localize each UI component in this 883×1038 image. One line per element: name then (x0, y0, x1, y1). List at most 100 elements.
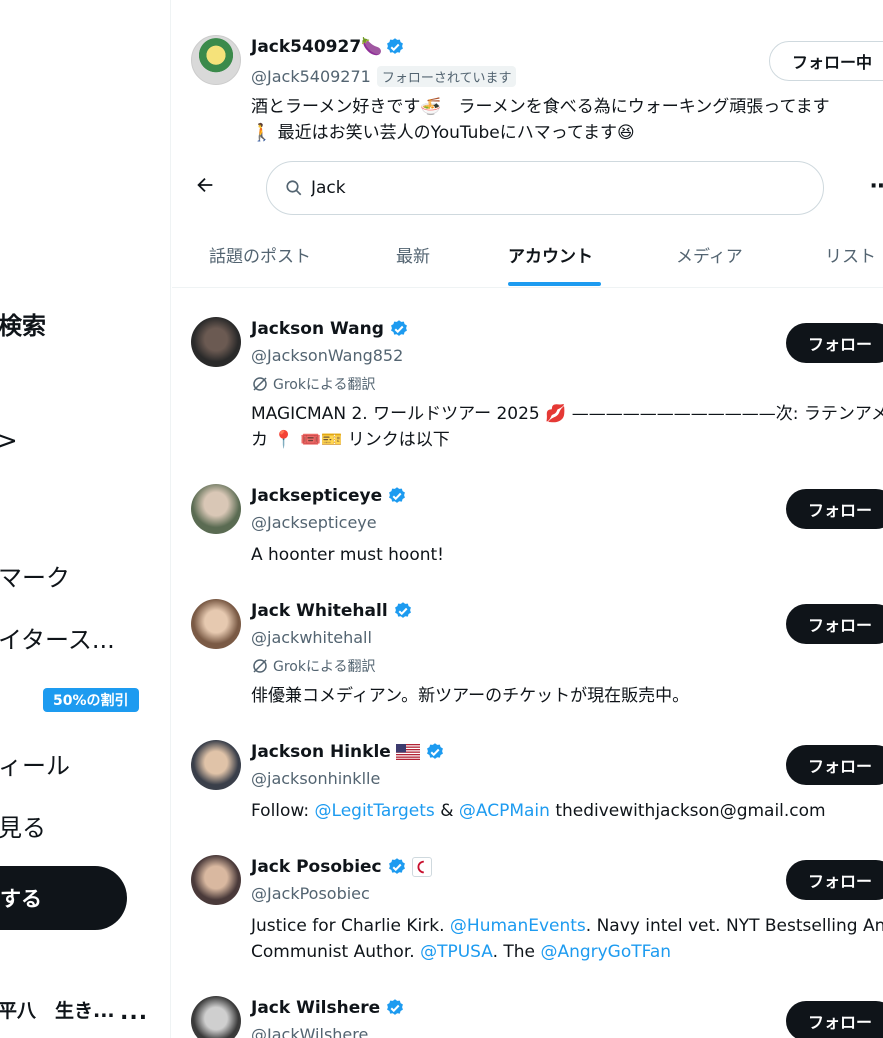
follow-button[interactable]: フォロー (786, 489, 883, 529)
us-flag-icon (395, 744, 420, 760)
user-name[interactable]: Jackson Wang (251, 319, 409, 339)
grok-translation-text: Grokによる翻訳 (273, 377, 376, 393)
post-button[interactable]: する (0, 866, 127, 930)
premium-discount-badge[interactable]: 50%の割引 (43, 688, 139, 712)
bio-mention-link[interactable]: @AngryGoTFan (540, 942, 671, 962)
bio-mention-link[interactable]: @HumanEvents (450, 916, 586, 936)
tab-media[interactable]: メディア (676, 242, 743, 267)
user-handle[interactable]: @JackWilshere (251, 1025, 368, 1038)
bio-mention-link[interactable]: @LegitTargets (315, 801, 435, 821)
user-bio: 俳優兼コメディアン。新ツアーのチケットが現在販売中。 (251, 686, 690, 706)
search-icon (286, 180, 302, 196)
avatar[interactable] (191, 317, 241, 367)
user-bio-line: MAGICMAN 2. ワールドツアー 2025 💋 ————————————次… (251, 404, 883, 424)
nav-bookmarks[interactable]: マーク (0, 558, 70, 593)
hover-card-name-text: Jack540927🍆 (251, 37, 383, 57)
hover-card-name[interactable]: Jack540927🍆 (251, 37, 405, 57)
follow-button[interactable]: フォロー (786, 604, 883, 644)
follows-you-badge: フォローされています (376, 66, 517, 87)
back-arrow-icon[interactable] (194, 174, 216, 200)
hover-card-handle[interactable]: @Jack5409271 (251, 67, 371, 86)
bio-text: Communist Author. (251, 942, 421, 962)
hover-card-bio-line: 酒とラーメン好きです🍜 ラーメンを食べる為にウォーキング頑張ってます (251, 97, 830, 117)
nav-notifications-icon[interactable]: > (0, 426, 18, 456)
user-bio: Justice for Charlie Kirk. @HumanEvents. … (251, 913, 883, 965)
verified-badge-icon (389, 487, 406, 503)
user-name[interactable]: Jackson Hinkle (251, 742, 445, 762)
follow-button[interactable]: フォロー (786, 860, 883, 900)
user-bio-line: Communist Author. @TPUSA. The @AngryGoTF… (251, 939, 883, 965)
verified-badge-icon (390, 320, 407, 336)
tab-people[interactable]: アカウント (508, 242, 593, 267)
verified-badge-icon (394, 602, 411, 618)
follow-button[interactable]: フォロー (786, 323, 883, 363)
user-bio: A hoonter must hoont! (251, 545, 444, 565)
left-sidebar: 検索 > マーク イタース... 50%の割引 ィール 見る する 平八 生き.… (0, 0, 171, 1038)
verified-badge-icon (387, 999, 404, 1015)
following-button[interactable]: フォロー中 (769, 41, 883, 81)
user-hover-card: Jack540927🍆 @Jack5409271 フォローされています 酒とラー… (172, 0, 883, 150)
tab-latest[interactable]: 最新 (396, 242, 430, 267)
avatar[interactable] (191, 35, 241, 85)
hover-card-bio-line: 🚶 最近はお笑い芸人のYouTubeにハマってます😆 (251, 123, 635, 143)
bio-mention-link[interactable]: @ACPMain (459, 801, 550, 821)
user-handle[interactable]: @jacksonhinklle (251, 769, 380, 788)
user-bio: Follow: @LegitTargets & @ACPMain thedive… (251, 798, 826, 824)
nav-profile[interactable]: ィール (0, 746, 70, 781)
search-input[interactable] (311, 178, 791, 198)
avatar[interactable] (191, 599, 241, 649)
tab-top[interactable]: 話題のポスト (209, 242, 311, 267)
grok-translation-text: Grokによる翻訳 (273, 659, 376, 675)
bio-text: . Navy intel vet. NYT Bestselling Anti- (585, 916, 883, 936)
user-name-text: Jackson Wang (251, 319, 384, 339)
bio-text: & (434, 801, 459, 821)
search-header: ⋯ (172, 160, 883, 216)
user-name[interactable]: Jacksepticeye (251, 486, 407, 506)
affiliation-badge-icon[interactable] (411, 857, 432, 877)
user-handle[interactable]: @jackwhitehall (251, 628, 372, 647)
grok-translation-label[interactable]: Grokによる翻訳 (251, 656, 376, 676)
verified-badge-icon (388, 858, 405, 874)
user-name[interactable]: Jack Whitehall (251, 601, 413, 621)
tab-lists[interactable]: リスト (825, 242, 876, 267)
avatar[interactable] (191, 996, 241, 1038)
user-name-text: Jack Wilshere (251, 998, 381, 1018)
search-tabs: 話題のポスト 最新 アカウント メディア リスト (172, 226, 883, 288)
hover-card-handle-row: @Jack5409271 フォローされています (251, 66, 517, 87)
avatar[interactable] (191, 855, 241, 905)
user-bio-line: Justice for Charlie Kirk. @HumanEvents. … (251, 913, 883, 939)
user-name-text: Jack Whitehall (251, 601, 388, 621)
avatar[interactable] (191, 484, 241, 534)
user-handle[interactable]: @Jacksepticeye (251, 513, 377, 532)
bio-mention-link[interactable]: @TPUSA (420, 942, 493, 962)
user-name[interactable]: Jack Posobiec (251, 857, 432, 877)
user-bio: MAGICMAN 2. ワールドツアー 2025 💋 ————————————次… (251, 401, 883, 453)
active-tab-indicator (508, 282, 601, 286)
more-options-icon[interactable]: ⋯ (870, 174, 883, 199)
follow-button[interactable]: フォロー (786, 745, 883, 785)
user-handle[interactable]: @JacksonWang852 (251, 346, 403, 365)
bio-text: thedivewithjackson@gmail.com (549, 801, 826, 821)
back-arrow-svg (197, 177, 213, 193)
grok-icon (253, 659, 267, 673)
account-switcher-name[interactable]: 平八 生き... (0, 996, 115, 1023)
bio-text: Follow: (251, 801, 315, 821)
search-box[interactable] (266, 161, 824, 215)
user-name-text: Jack Posobiec (251, 857, 382, 877)
nav-explore[interactable]: 検索 (0, 306, 46, 341)
bio-text: Justice for Charlie Kirk. (251, 916, 450, 936)
user-name[interactable]: Jack Wilshere (251, 998, 405, 1018)
verified-badge-icon (387, 38, 404, 54)
main-column: Jack540927🍆 @Jack5409271 フォローされています 酒とラー… (172, 0, 883, 1038)
nav-more[interactable]: 見る (0, 808, 46, 843)
user-bio-line: カ 📍 🎟️🎫 リンクは以下 (251, 430, 450, 450)
avatar[interactable] (191, 740, 241, 790)
account-more-icon[interactable]: ... (120, 1000, 148, 1025)
nav-creator-studio[interactable]: イタース... (0, 620, 115, 655)
user-name-text: Jacksepticeye (251, 486, 383, 506)
grok-translation-label[interactable]: Grokによる翻訳 (251, 374, 376, 394)
user-handle[interactable]: @JackPosobiec (251, 884, 370, 903)
follow-button[interactable]: フォロー (786, 1001, 883, 1038)
grok-icon (253, 377, 267, 391)
verified-badge-icon (426, 743, 443, 759)
